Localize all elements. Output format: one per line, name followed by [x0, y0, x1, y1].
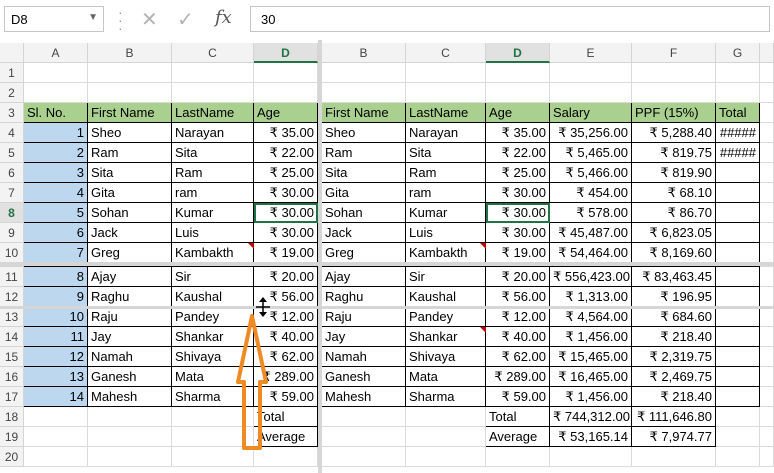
annotation-overlay	[236, 297, 270, 450]
orange-up-arrow	[236, 314, 268, 450]
resize-cursor-icon	[256, 297, 270, 317]
